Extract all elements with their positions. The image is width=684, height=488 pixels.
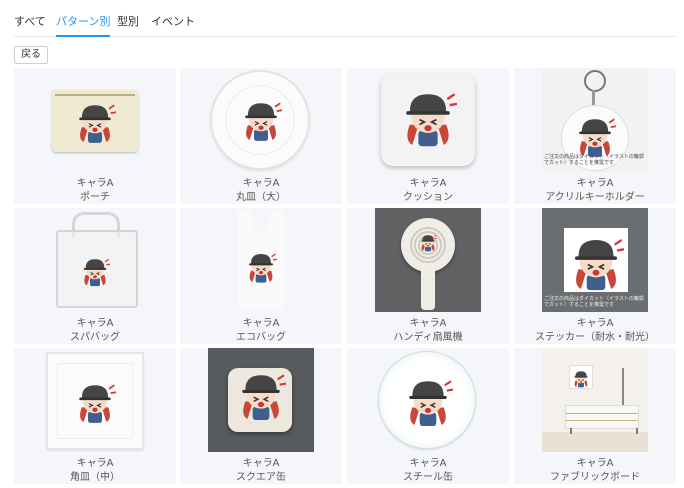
product-character: キャラA [76,178,114,189]
product-image [208,68,314,172]
product-card-acrylic-keychain[interactable]: ご注文の商品はダイカット（イラストの輪郭でカット）することを推奨です キャラA … [514,68,676,204]
tab-by-type[interactable]: 型別 [117,10,139,36]
tab-all[interactable]: すべて [14,10,46,36]
product-name: スチール缶 [403,472,453,483]
product-name: スパバッグ [70,332,120,343]
product-image [375,208,481,312]
mascot-icon [406,93,457,147]
mascot-icon [83,258,110,287]
product-name: 丸皿（大） [236,192,286,203]
mascot-icon [575,239,624,291]
mascot-icon [245,102,282,141]
product-card-steel-can[interactable]: キャラA スチール缶 [347,348,509,484]
product-name: エコバッグ [236,332,286,343]
mascot-icon [409,380,453,427]
product-card-square-can[interactable]: キャラA スクエア缶 [180,348,342,484]
product-card-pouch[interactable]: キャラA ポーチ [14,68,176,204]
product-name: ポーチ [80,192,110,203]
mascot-icon [579,118,616,157]
mascot-icon [242,374,286,421]
product-card-square-plate[interactable]: キャラA 角皿（中） [14,348,176,484]
tab-by-pattern[interactable]: パターン別 [56,10,111,37]
product-character: キャラA [76,318,114,329]
product-character: キャラA [76,458,114,469]
product-name: アクリルキーホルダー [545,192,645,203]
product-image [208,208,314,312]
product-character: キャラA [242,458,280,469]
back-button[interactable]: 戻る [14,46,48,64]
product-name: クッション [403,192,453,203]
product-image [375,68,481,172]
mascot-icon [574,371,588,388]
product-grid: キャラA ポーチ キャラA 丸皿（大） キャラA クッション ご注文の商品はダイ… [14,68,676,484]
product-image [208,348,314,452]
product-card-fabric-board[interactable]: キャラA ファブリックボード [514,348,676,484]
product-card-handy-fan[interactable]: キャラA ハンディ扇風機 [347,208,509,344]
mascot-icon [421,234,437,252]
lamp-icon [622,368,624,406]
product-card-sticker[interactable]: ご注文の商品はダイカット（イラストの輪郭でカット）することを推奨です キャラA … [514,208,676,344]
product-character: キャラA [242,178,280,189]
mascot-icon [249,253,277,283]
keyring-icon [584,70,606,92]
product-character: キャラA [576,318,614,329]
sideboard-icon [566,406,638,428]
product-image [42,348,148,452]
diecut-note: ご注文の商品はダイカット（イラストの輪郭でカット）することを推奨です [544,296,644,308]
product-name: ステッカー（耐水・耐光） [535,332,655,343]
tab-event[interactable]: イベント [151,10,195,36]
mascot-icon [79,384,116,423]
product-card-cushion[interactable]: キャラA クッション [347,68,509,204]
product-name: ファブリックボード [550,472,640,483]
mascot-icon [79,104,116,143]
product-name: 角皿（中） [70,472,120,483]
product-image [42,68,148,172]
product-card-eco-bag[interactable]: キャラA エコバッグ [180,208,342,344]
product-image [42,208,148,312]
product-image: ご注文の商品はダイカット（イラストの輪郭でカット）することを推奨です [542,68,648,172]
diecut-note: ご注文の商品はダイカット（イラストの輪郭でカット）することを推奨です [544,154,644,166]
product-character: キャラA [576,458,614,469]
product-image [375,348,481,452]
product-name: スクエア缶 [236,472,286,483]
product-character: キャラA [409,178,447,189]
product-character: キャラA [409,318,447,329]
tab-bar: すべて パターン別 型別 イベント [14,10,676,37]
product-image [542,348,648,452]
product-character: キャラA [409,458,447,469]
product-image: ご注文の商品はダイカット（イラストの輪郭でカット）することを推奨です [542,208,648,312]
product-character: キャラA [242,318,280,329]
product-character: キャラA [576,178,614,189]
product-name: ハンディ扇風機 [393,332,463,343]
product-card-round-plate[interactable]: キャラA 丸皿（大） [180,68,342,204]
product-card-spa-bag[interactable]: キャラA スパバッグ [14,208,176,344]
